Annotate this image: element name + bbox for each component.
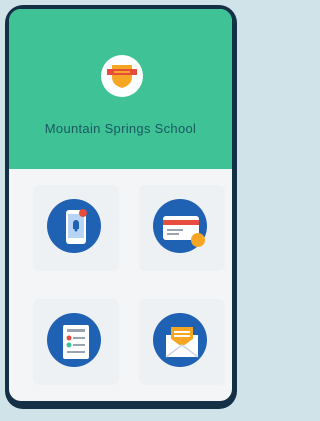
app-screen: Mountain Springs School [9,9,232,401]
school-name: Mountain Springs School [44,121,197,136]
email-tile[interactable] [139,299,225,385]
checklist-document-icon [63,325,89,359]
email-icon [165,327,199,358]
credit-card-icon [163,216,205,247]
documents-tile[interactable] [33,299,119,385]
notifications-tile[interactable] [33,185,119,271]
shield-logo-icon [107,65,137,88]
school-logo [101,55,143,97]
payments-tile[interactable] [139,185,225,271]
mobile-notification-icon [66,209,87,244]
header: Mountain Springs School [9,9,232,169]
